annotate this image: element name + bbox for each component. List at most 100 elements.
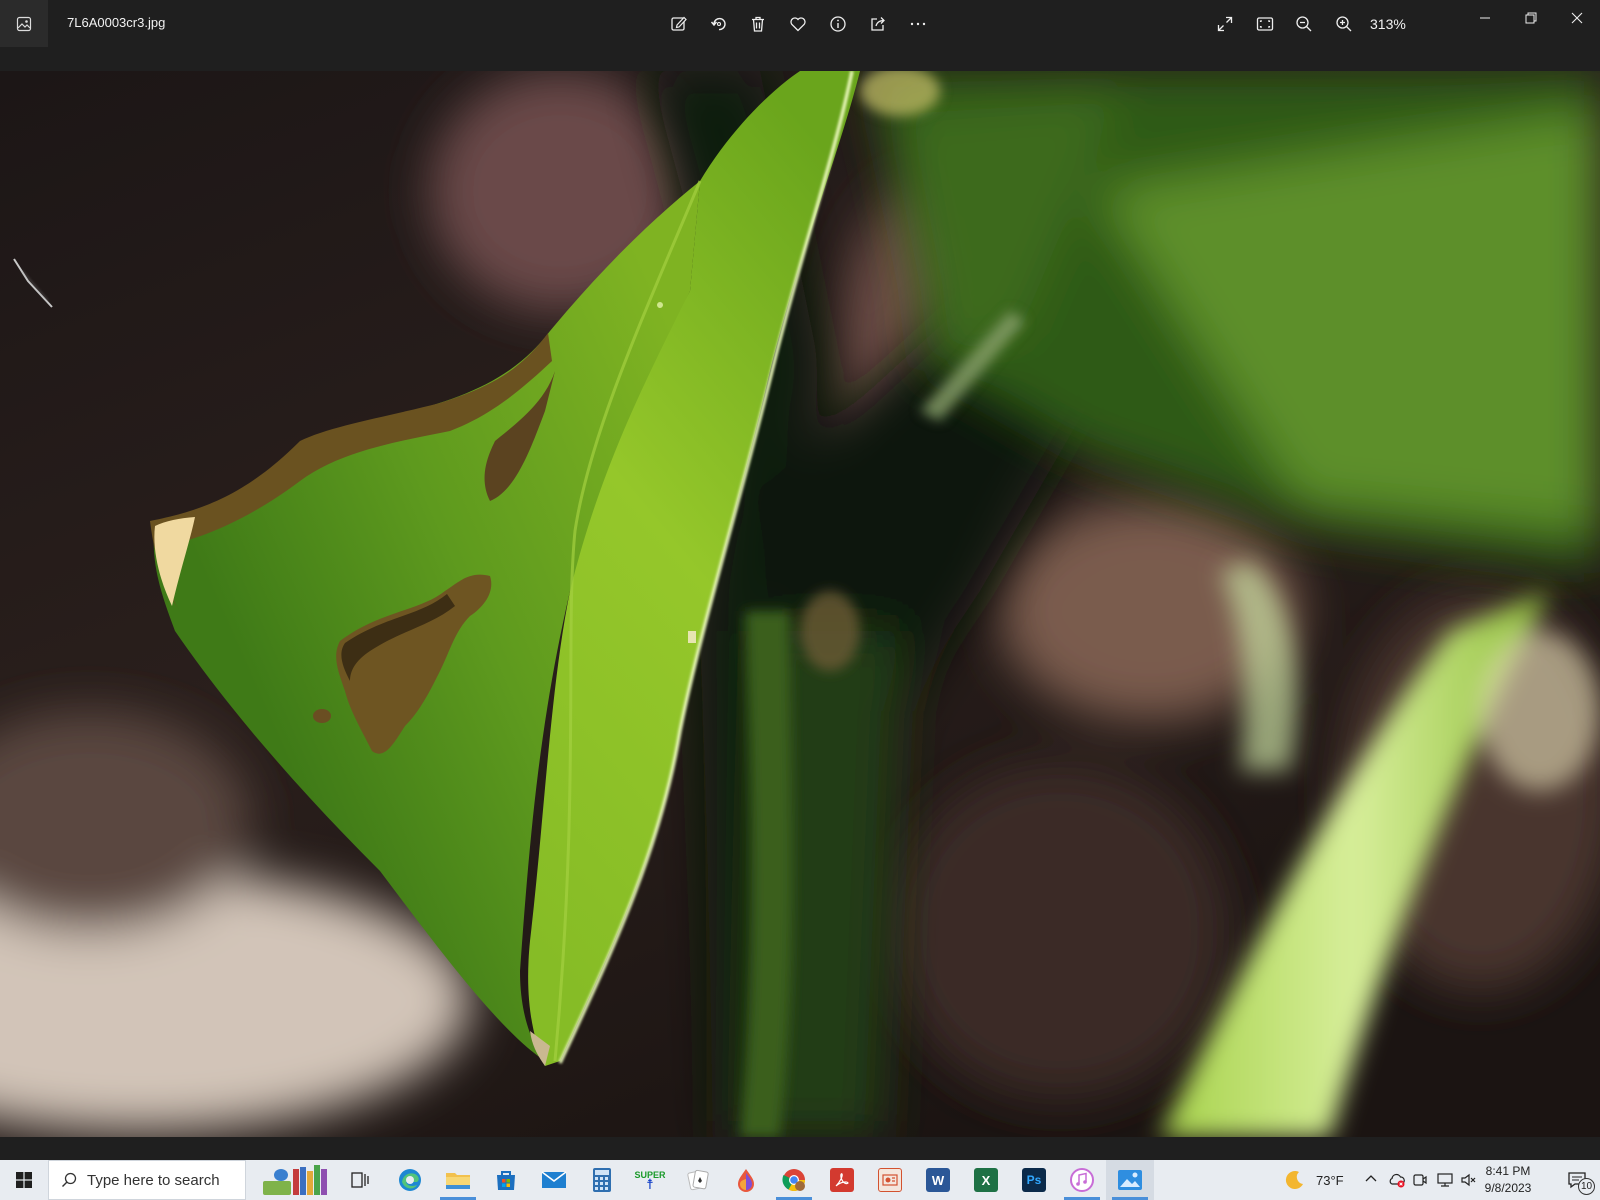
favorite-icon — [790, 17, 806, 32]
share-icon — [871, 17, 885, 31]
taskbar-edge[interactable] — [386, 1160, 434, 1200]
viewer-bottom-spacer — [0, 1137, 1600, 1160]
task-view-button[interactable] — [336, 1160, 384, 1200]
edge-icon — [399, 1169, 421, 1191]
windows-logo-icon — [16, 1172, 32, 1188]
more-options-button[interactable] — [906, 12, 930, 36]
info-button[interactable] — [826, 12, 850, 36]
meet-now-icon — [1413, 1174, 1427, 1186]
notification-count: 10 — [1578, 1178, 1595, 1195]
weather-temp: 73°F — [1316, 1173, 1344, 1188]
zoom-out-icon — [1296, 16, 1312, 32]
tray-cloud[interactable] — [1388, 1172, 1406, 1193]
mail-icon — [541, 1171, 567, 1188]
tray-overflow-button[interactable] — [1364, 1172, 1380, 1188]
cloud-error-icon — [1389, 1173, 1405, 1188]
store-icon — [497, 1171, 515, 1190]
close-button[interactable] — [1554, 4, 1600, 32]
photos-app-icon[interactable] — [0, 0, 48, 47]
delete-button[interactable] — [746, 12, 770, 36]
itunes-icon — [1070, 1168, 1094, 1192]
toolbar-spacer — [0, 47, 1600, 71]
taskbar-photos[interactable] — [1106, 1160, 1154, 1200]
task-view-icon — [351, 1172, 369, 1188]
taskbar-powerpoint[interactable] — [866, 1160, 914, 1200]
taskbar: Type here to search SUPER ☨ W X Ps 73°F … — [0, 1160, 1600, 1200]
excel-label: X — [981, 1172, 991, 1188]
photo-icon — [16, 16, 32, 31]
taskbar-word[interactable]: W — [914, 1160, 962, 1200]
file-explorer-icon — [446, 1173, 470, 1189]
delete-icon — [752, 16, 764, 32]
taskbar-mail[interactable] — [530, 1160, 578, 1200]
clock-time: 8:41 PM — [1485, 1164, 1531, 1178]
zoom-out-button[interactable] — [1292, 12, 1316, 36]
taskbar-acrobat[interactable] — [818, 1160, 866, 1200]
network-icon — [1437, 1173, 1453, 1187]
search-icon — [61, 1172, 77, 1188]
photos-icon — [1118, 1170, 1142, 1190]
photo-leaf-closeup[interactable] — [0, 71, 1600, 1137]
super-icon: SUPER ☨ — [634, 1170, 666, 1193]
actual-size-icon — [1256, 17, 1274, 31]
weather-widget[interactable]: 73°F — [1280, 1160, 1350, 1200]
info-icon — [830, 16, 846, 32]
powerpoint-icon — [878, 1168, 902, 1192]
taskbar-super[interactable]: SUPER ☨ — [626, 1160, 674, 1200]
full-screen-button[interactable] — [1213, 12, 1237, 36]
rotate-icon — [710, 17, 726, 31]
taskbar-store[interactable] — [482, 1160, 530, 1200]
zoom-in-icon — [1336, 16, 1352, 32]
taskbar-calculator[interactable] — [578, 1160, 626, 1200]
clock-date: 9/8/2023 — [1484, 1181, 1532, 1195]
taskbar-chrome[interactable] — [770, 1160, 818, 1200]
taskbar-solitaire[interactable] — [674, 1160, 722, 1200]
volume-muted-icon — [1461, 1173, 1476, 1187]
restore-icon — [1525, 12, 1537, 24]
search-placeholder: Type here to search — [87, 1171, 220, 1189]
chrome-icon — [782, 1169, 805, 1191]
search-highlight-books[interactable] — [256, 1160, 336, 1200]
minimize-button[interactable] — [1462, 4, 1508, 32]
start-button[interactable] — [0, 1160, 48, 1200]
file-name: 7L6A0003cr3.jpg — [67, 15, 166, 30]
edit-image-button[interactable] — [667, 12, 691, 36]
taskbar-file-explorer[interactable] — [434, 1160, 482, 1200]
minimize-icon — [1480, 17, 1490, 19]
edit-image-icon — [671, 16, 687, 31]
tray-volume[interactable] — [1460, 1172, 1476, 1193]
excel-icon: X — [974, 1168, 998, 1192]
moon-icon — [1285, 1171, 1303, 1190]
acrobat-icon — [830, 1168, 854, 1192]
full-screen-icon — [1217, 16, 1233, 32]
restore-button[interactable] — [1508, 4, 1554, 32]
calculator-icon — [593, 1168, 611, 1192]
favorite-button[interactable] — [786, 12, 810, 36]
chevron-up-icon — [1365, 1175, 1377, 1182]
taskbar-paint[interactable] — [722, 1160, 770, 1200]
actual-size-button[interactable] — [1253, 12, 1277, 36]
tray-network[interactable] — [1436, 1172, 1454, 1193]
taskbar-search[interactable]: Type here to search — [48, 1160, 246, 1200]
taskbar-itunes[interactable] — [1058, 1160, 1106, 1200]
photoshop-icon: Ps — [1022, 1168, 1046, 1192]
notification-center-button[interactable]: 10 — [1553, 1160, 1600, 1200]
solitaire-icon — [687, 1169, 709, 1191]
paint-icon — [738, 1169, 754, 1192]
tray-meet[interactable] — [1412, 1172, 1428, 1193]
word-icon: W — [926, 1168, 950, 1192]
books-icon — [263, 1165, 327, 1195]
word-label: W — [931, 1172, 945, 1188]
rotate-button[interactable] — [707, 12, 731, 36]
photo-viewer[interactable] — [0, 71, 1600, 1137]
share-button[interactable] — [866, 12, 890, 36]
taskbar-photoshop[interactable]: Ps — [1010, 1160, 1058, 1200]
taskbar-excel[interactable]: X — [962, 1160, 1010, 1200]
taskbar-clock[interactable]: 8:41 PM 9/8/2023 — [1478, 1163, 1538, 1197]
photoshop-label: Ps — [1026, 1173, 1042, 1187]
zoom-level[interactable]: 313% — [1370, 16, 1406, 32]
zoom-in-button[interactable] — [1332, 12, 1356, 36]
title-bar: 7L6A0003cr3.jpg 313% — [0, 0, 1600, 47]
close-icon — [1571, 12, 1583, 24]
more-icon — [910, 22, 926, 26]
